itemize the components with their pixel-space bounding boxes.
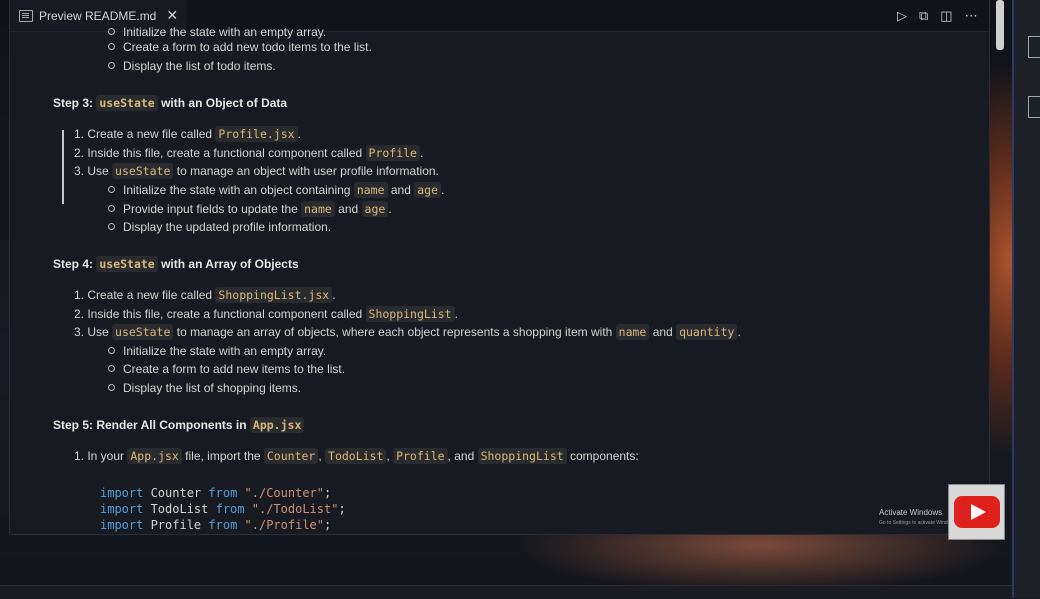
bullet-icon [108,347,115,354]
bullet-icon [108,205,115,212]
numbered-item: 3. Use useState to manage an array of ob… [74,324,741,340]
inline-code: ShoppingList.jsx [215,287,333,303]
vertical-scrollbar[interactable] [996,0,1004,50]
more-icon[interactable]: ⋯ [965,8,978,24]
inline-code: quantity [676,324,738,340]
activity-bar-right [1012,0,1040,598]
numbered-item: 1. Create a new file called Profile.jsx. [74,126,301,142]
bullet-icon [108,62,115,69]
section-heading: Step 3: useState with an Object of Data [53,95,288,111]
extensions-icon[interactable] [1028,96,1040,118]
preview-content: Initialize the state with an empty array… [10,25,989,534]
bullet-item: Provide input fields to update the name … [108,201,392,217]
numbered-item: 1. Create a new file called ShoppingList… [74,287,336,303]
bullet-icon [108,223,115,230]
inline-code: useState [96,95,158,111]
bullet-item: Display the updated profile information. [108,220,331,234]
numbered-item: 2. Inside this file, create a functional… [74,145,424,161]
code-line: import TodoList from "./TodoList"; [100,502,346,516]
activate-windows-watermark: Activate Windows Go to Settings to activ… [879,508,958,526]
preview-icon [19,9,33,22]
inline-code: useState [112,163,174,179]
bullet-item: Display the list of shopping items. [108,381,301,395]
inline-code: TodoList [325,448,387,464]
bullet-icon [108,365,115,372]
status-bar [0,585,1012,599]
inline-code: Profile [393,448,448,464]
markdown-preview-panel: Preview README.md ✕ Initialize the state… [9,0,990,535]
blockquote-bar [62,130,64,204]
bullet-icon [108,43,115,50]
youtube-logo [948,484,1005,540]
open-changes-icon[interactable]: ⧉ [919,8,928,24]
inline-code: ShoppingList [477,448,567,464]
section-heading: Step 5: Render All Components in App.jsx [53,417,305,433]
section-heading: Step 4: useState with an Array of Object… [53,256,299,272]
bullet-icon [108,28,115,35]
inline-code: name [353,182,388,198]
inline-code: name [301,201,335,217]
tab-title: Preview README.md [39,8,157,23]
close-icon[interactable]: ✕ [166,7,178,24]
inline-code: name [615,324,650,340]
debug-icon[interactable] [1028,36,1040,58]
inline-code: Profile [365,145,420,161]
bullet-icon [108,384,115,391]
inline-code: ShoppingList [365,306,455,322]
inline-code: useState [96,256,158,272]
numbered-item: 3. Use useState to manage an object with… [74,163,439,179]
inline-code: age [414,182,441,198]
split-editor-icon[interactable]: ◫ [940,8,952,24]
run-icon[interactable]: ▷ [897,8,907,24]
bullet-item: Initialize the state with an empty array… [108,344,326,358]
bullet-item: Display the list of todo items. [108,59,276,73]
code-line: import Profile from "./Profile"; [100,518,332,532]
code-line: import Counter from "./Counter"; [100,486,332,500]
numbered-item: 1. In your App.jsx file, import the Coun… [74,448,639,464]
inline-code: App.jsx [127,448,182,464]
numbered-item: 2. Inside this file, create a functional… [74,306,458,322]
bullet-item: Create a form to add new todo items to t… [108,40,372,54]
inline-code: Counter [263,448,319,464]
bullet-item: Initialize the state with an object cont… [108,182,444,198]
bullet-item: Create a form to add new items to the li… [108,362,345,376]
inline-code: age [361,201,389,217]
bullet-icon [108,186,115,193]
inline-code: Profile.jsx [215,126,298,142]
inline-code: App.jsx [249,417,305,433]
bullet-item: Initialize the state with an empty array… [108,25,326,39]
inline-code: useState [112,324,174,340]
